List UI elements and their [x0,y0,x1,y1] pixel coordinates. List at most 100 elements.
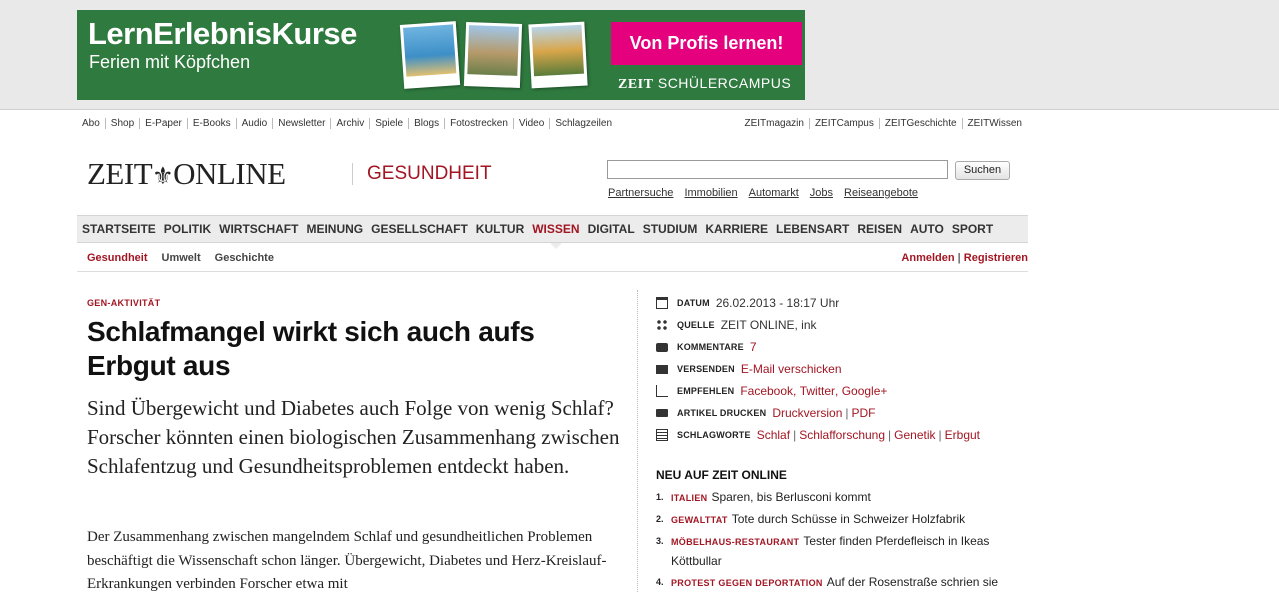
nav-item-reisen[interactable]: REISEN [857,216,902,242]
tag-link[interactable]: Erbgut [945,428,980,442]
partner-link[interactable]: Jobs [810,187,833,199]
logo-online: ONLINE [173,156,286,191]
services-left: Abo Shop E-Paper E-Books Audio Newsletter Arch… [77,118,618,129]
nav-item-gesellschaft[interactable]: GESELLSCHAFT [371,216,468,242]
service-link[interactable]: E-Paper [139,118,187,129]
tag-link[interactable]: Schlaf [757,428,790,442]
meta-date: DATUM 26.02.2013 - 18:17 Uhr [656,292,1026,314]
nav-item-wirtschaft[interactable]: WIRTSCHAFT [219,216,298,242]
email-send-link[interactable]: E-Mail verschicken [741,362,842,376]
news-item[interactable]: 4. PROTEST GEGEN DEPORTATION Auf der Rosen… [656,573,1026,592]
news-headline: Tote durch Schüsse in Schweizer Holzfabr… [731,512,966,526]
source-icon [656,319,668,331]
login-link[interactable]: Anmelden [901,252,954,264]
article-meta: DATUM 26.02.2013 - 18:17 Uhr QUELLE ZEIT… [656,292,1026,446]
nav-item-sport[interactable]: SPORT [952,216,993,242]
partner-links: Partnersuche Immobilien Automarkt Jobs Reise… [608,187,929,199]
tag-link[interactable]: Schlafforschung [799,428,885,442]
comments-count-link[interactable]: 7 [750,340,757,354]
news-number: 3. [656,536,664,546]
partner-link[interactable]: Immobilien [684,187,737,199]
partner-link[interactable]: Partnersuche [608,187,673,199]
nav-item-kultur[interactable]: KULTUR [476,216,524,242]
service-link[interactable]: Schlagzeilen [549,118,618,129]
account-links: Anmelden | Registrieren [901,252,1028,264]
article-intro: Sind Übergewicht und Diabetes auch Folge… [87,396,620,478]
meta-label: DATUM [677,298,710,308]
twitter-link[interactable]: Twitter [800,384,835,398]
ad-brand: ZEIT SCHÜLERCAMPUS [618,75,791,93]
ad-brand-name: ZEIT [618,77,654,92]
partner-link[interactable]: Reiseangebote [844,187,918,199]
nav-item-meinung[interactable]: MEINUNG [306,216,363,242]
link-comma: , [835,384,842,398]
meta-label: VERSENDEN [677,364,735,374]
nav-item-politik[interactable]: POLITIK [164,216,211,242]
service-link[interactable]: Fotostrecken [444,118,513,129]
news-list: 1. ITALIEN Sparen, bis Berlusconi kommt 2. G… [656,488,1026,592]
service-link[interactable]: Shop [104,118,140,129]
logo-zeit: ZEIT [87,156,153,191]
meta-label: KOMMENTARE [677,342,744,352]
ad-cta-button[interactable]: Von Profis lernen! [611,22,802,65]
register-link[interactable]: Registrieren [964,252,1028,264]
services-bar: Abo Shop E-Paper E-Books Audio Newsletter Arch… [77,118,1027,132]
service-link[interactable]: Archiv [330,118,370,129]
nav-item-wissen[interactable]: WISSEN [532,216,580,249]
news-number: 4. [656,577,664,587]
news-title: NEU AUF ZEIT ONLINE [656,468,787,482]
service-link[interactable]: Blogs [408,118,445,129]
nav-item-karriere[interactable]: KARRIERE [705,216,768,242]
news-item[interactable]: 3. MÖBELHAUS-RESTAURANT Tester finden Pfer… [656,532,1026,571]
article-body: Der Zusammenhang zwischen mangelndem Sch… [87,529,607,592]
magazine-link[interactable]: ZEITWissen [961,118,1027,129]
search-button[interactable]: Suchen [955,161,1010,180]
partner-link[interactable]: Automarkt [749,187,799,199]
magazine-link[interactable]: ZEITmagazin [739,118,808,129]
pdf-link[interactable]: PDF [852,406,876,420]
news-number: 2. [656,514,664,524]
news-headline: Auf der Rosenstraße schrien sie [826,575,999,589]
service-link[interactable]: Abo [77,118,105,129]
nav-item-auto[interactable]: AUTO [910,216,944,242]
service-link[interactable]: E-Books [186,118,236,129]
news-category: MÖBELHAUS-RESTAURANT [671,537,800,547]
service-link[interactable]: Spiele [369,118,409,129]
site-logo[interactable]: ZEIT⚜ONLINE [87,156,286,192]
subnav-item-umwelt[interactable]: Umwelt [162,252,201,264]
news-category: GEWALTTAT [671,515,728,525]
meta-label: EMPFEHLEN [677,386,735,396]
nav-item-studium[interactable]: STUDIUM [643,216,698,242]
subnav-item-geschichte[interactable]: Geschichte [215,252,274,264]
news-number: 1. [656,492,664,502]
news-headline: Sparen, bis Berlusconi kommt [711,490,871,504]
meta-print: ARTIKEL DRUCKEN Druckversion | PDF [656,402,1026,424]
meta-label: SCHLAGWORTE [677,430,751,440]
search-input[interactable] [607,160,948,179]
meta-source: QUELLE ZEIT ONLINE, ink [656,314,1026,336]
eagle-icon: ⚜ [152,164,174,190]
ad-brand-suffix: SCHÜLERCAMPUS [657,75,792,91]
subnav-item-gesundheit[interactable]: Gesundheit [87,252,148,264]
link-separator: | [793,428,797,442]
news-category: ITALIEN [671,493,708,503]
link-comma: , [793,384,800,398]
link-separator: | [845,406,849,420]
googleplus-link[interactable]: Google+ [842,384,888,398]
magazine-link[interactable]: ZEITGeschichte [878,118,962,129]
comment-icon [656,342,668,352]
nav-item-lebensart[interactable]: LEBENSART [776,216,849,242]
magazine-link[interactable]: ZEITCampus [808,118,879,129]
service-link[interactable]: Newsletter [272,118,331,129]
ad-banner[interactable]: LernErlebnisKurse Ferien mit Köpfchen Vo… [77,10,805,100]
news-item[interactable]: 2. GEWALTTAT Tote durch Schüsse in Schweiz… [656,510,1026,530]
nav-item-digital[interactable]: DIGITAL [588,216,635,242]
service-link[interactable]: Audio [235,118,273,129]
tag-link[interactable]: Genetik [894,428,935,442]
facebook-link[interactable]: Facebook [740,384,793,398]
share-icon [656,385,668,397]
news-item[interactable]: 1. ITALIEN Sparen, bis Berlusconi kommt [656,488,1026,508]
nav-item-startseite[interactable]: STARTSEITE [82,216,156,242]
print-version-link[interactable]: Druckversion [772,406,842,420]
service-link[interactable]: Video [512,118,550,129]
